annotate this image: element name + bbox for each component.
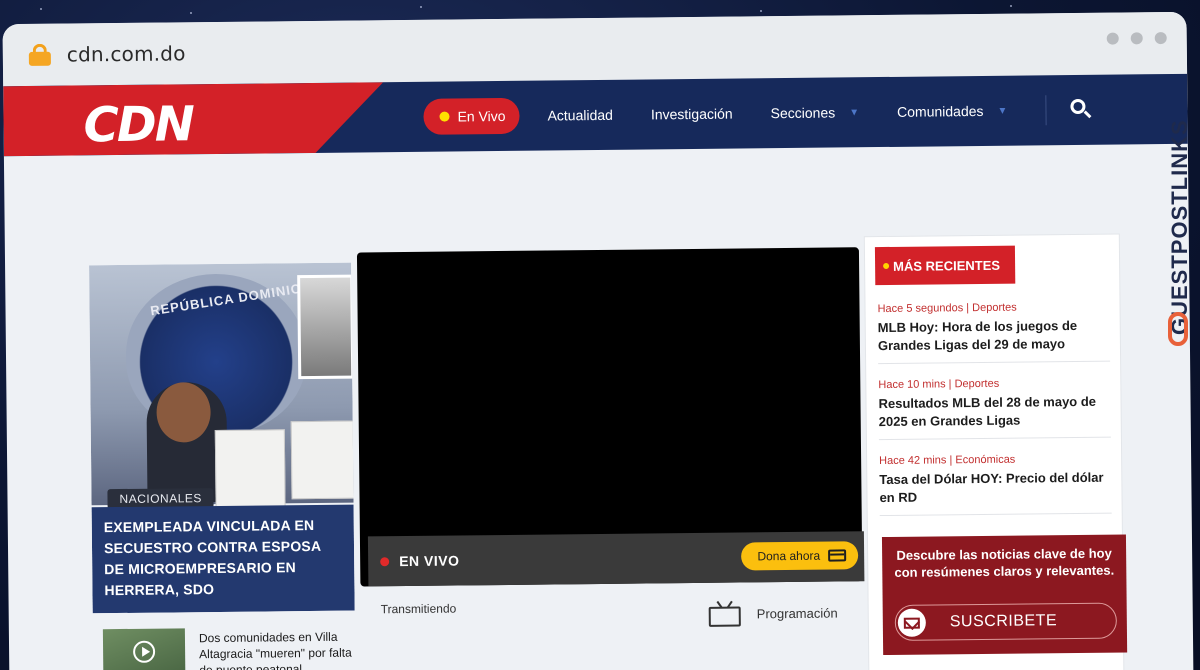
main-nav: En Vivo Actualidad Investigación Seccion… xyxy=(423,75,1093,152)
document-image xyxy=(214,429,286,509)
link-icon xyxy=(1168,312,1188,346)
watermark: GUESTPOSTLINKS xyxy=(1164,60,1194,350)
nav-item-comunidades[interactable]: Comunidades ▼ xyxy=(897,103,1007,120)
page-content: REPÚBLICA DOMINICANA NACIONALES EXEMPLEA… xyxy=(4,144,1194,670)
nav-item-secciones[interactable]: Secciones ▼ xyxy=(770,104,860,122)
subscribe-button[interactable]: SUSCRIBETE xyxy=(894,602,1118,641)
donate-label: Dona ahora xyxy=(757,548,821,564)
nav-label: Investigación xyxy=(650,105,733,123)
browser-window: cdn.com.do CDN En Vivo Actualidad Invest… xyxy=(2,11,1194,670)
site-logo[interactable]: CDN xyxy=(83,96,193,153)
document-image xyxy=(290,420,355,500)
watermark-text: GUESTPOSTLINKS xyxy=(1167,119,1192,335)
featured-headline[interactable]: EXEMPLEADA VINCULADA EN SECUESTRO CONTRA… xyxy=(91,504,355,614)
recent-news-header: MÁS RECIENTES xyxy=(874,245,1016,286)
news-meta[interactable]: Hace 10 mins | Deportes xyxy=(878,377,1110,391)
lock-icon xyxy=(28,43,51,66)
search-icon[interactable] xyxy=(1070,98,1092,121)
site-navbar: CDN En Vivo Actualidad Investigación Sec… xyxy=(3,73,1188,157)
news-title[interactable]: Tasa del Dólar HOY: Precio del dólar en … xyxy=(879,469,1111,507)
subscribe-box: Descubre las noticias clave de hoy con r… xyxy=(881,534,1128,656)
credit-card-icon xyxy=(828,549,847,562)
tv-icon[interactable] xyxy=(708,600,741,627)
chevron-down-icon: ▼ xyxy=(849,106,860,118)
news-item[interactable]: Hace 10 mins | Deportes Resultados MLB d… xyxy=(878,376,1111,441)
donate-button[interactable]: Dona ahora xyxy=(741,541,859,571)
recent-news-title: MÁS RECIENTES xyxy=(893,257,1001,274)
live-button-label: En Vivo xyxy=(457,107,506,125)
url-text[interactable]: cdn.com.do xyxy=(67,41,186,66)
nav-divider xyxy=(1045,95,1047,126)
schedule-link[interactable]: Programación xyxy=(757,606,838,622)
live-button[interactable]: En Vivo xyxy=(423,97,520,135)
mail-icon xyxy=(897,608,926,637)
logo-banner xyxy=(3,82,384,156)
featured-story-image[interactable]: REPÚBLICA DOMINICANA xyxy=(89,262,355,509)
recent-news-sidebar: MÁS RECIENTES Hace 5 segundos | Deportes… xyxy=(864,234,1128,670)
window-dot-icon[interactable] xyxy=(1154,32,1167,45)
nav-label: Secciones xyxy=(770,104,836,122)
live-video-player[interactable]: EN VIVO Dona ahora xyxy=(356,247,865,587)
small-story-title[interactable]: Dos comunidades en Villa Altagracia "mue… xyxy=(199,629,359,670)
bullet-icon xyxy=(883,262,890,270)
play-icon xyxy=(132,640,156,663)
news-meta[interactable]: Hace 42 mins | Económicas xyxy=(879,453,1111,467)
window-dot-icon[interactable] xyxy=(1106,32,1119,45)
news-meta[interactable]: Hace 5 segundos | Deportes xyxy=(877,301,1109,315)
news-item[interactable]: Hace 42 mins | Económicas Tasa del Dólar… xyxy=(879,452,1112,517)
nav-item-investigacion[interactable]: Investigación xyxy=(651,106,733,123)
window-controls xyxy=(1106,32,1167,45)
transmitting-label: Transmitiendo xyxy=(380,601,457,617)
live-dot-icon xyxy=(380,556,390,566)
subscribe-text: Descubre las noticias clave de hoy con r… xyxy=(894,545,1115,580)
news-item[interactable]: Hace 5 segundos | Deportes MLB Hoy: Hora… xyxy=(877,300,1111,365)
live-indicator: EN VIVO xyxy=(399,552,460,570)
video-status-bar: EN VIVO Dona ahora xyxy=(367,531,865,587)
small-story-thumbnail[interactable] xyxy=(102,628,186,670)
nav-label: Actualidad xyxy=(547,106,613,124)
person-head xyxy=(156,382,211,443)
news-title[interactable]: MLB Hoy: Hora de los juegos de Grandes L… xyxy=(878,317,1110,355)
chevron-down-icon: ▼ xyxy=(997,105,1008,117)
live-dot-icon xyxy=(439,111,450,122)
nav-item-actualidad[interactable]: Actualidad xyxy=(547,107,613,124)
window-dot-icon[interactable] xyxy=(1130,32,1143,45)
subscribe-label: SUSCRIBETE xyxy=(949,612,1058,631)
nav-label: Comunidades xyxy=(897,102,984,120)
news-title[interactable]: Resultados MLB del 28 de mayo de 2025 en… xyxy=(878,393,1110,431)
featured-story[interactable]: REPÚBLICA DOMINICANA NACIONALES EXEMPLEA… xyxy=(89,262,355,614)
suspect-photo xyxy=(297,274,355,380)
